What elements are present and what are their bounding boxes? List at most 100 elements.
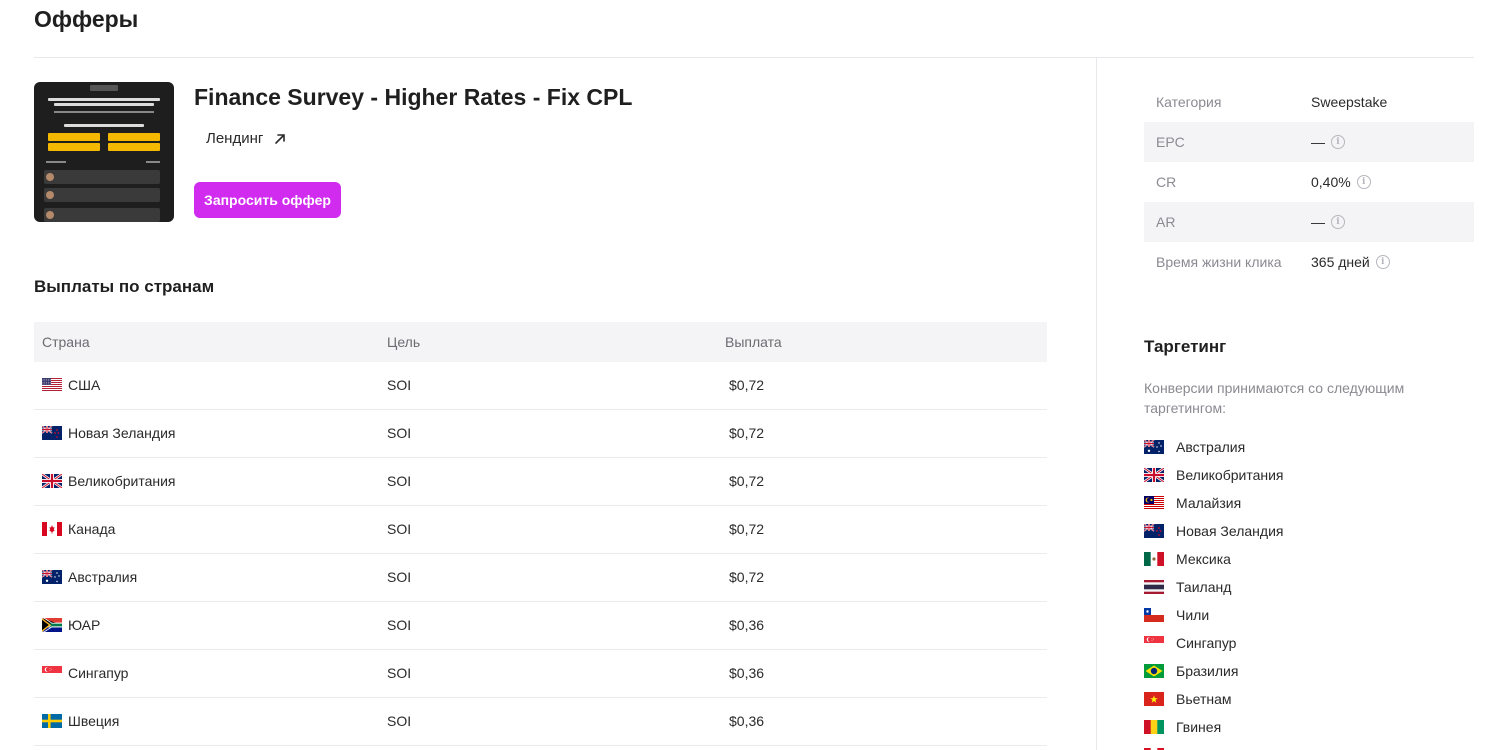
ca-flag-icon <box>42 522 62 536</box>
stat-value: — i <box>1311 214 1345 230</box>
landing-link[interactable]: Лендинг <box>206 130 287 147</box>
goal-cell: SOI <box>387 617 412 633</box>
header-divider <box>34 57 1474 58</box>
page-title: Офферы <box>34 6 139 32</box>
stat-value-text: — <box>1311 134 1325 150</box>
stat-row: EPC — i <box>1144 122 1474 162</box>
stat-row: Время жизни клика 365 дней i <box>1144 242 1474 282</box>
targeting-country-name: Вьетнам <box>1176 691 1232 707</box>
column-header-country: Страна <box>42 334 90 350</box>
goal-cell: SOI <box>387 377 412 393</box>
stat-label: Время жизни клика <box>1156 254 1282 270</box>
targeting-country-name: Таиланд <box>1176 579 1232 595</box>
table-row: США SOI $0,72 <box>34 362 1047 410</box>
table-row: Швеция SOI $0,36 <box>34 698 1047 746</box>
goal-cell: SOI <box>387 569 412 585</box>
offer-preview-image[interactable] <box>34 82 174 222</box>
country-name: Австралия <box>68 569 138 585</box>
targeting-country-item: Вьетнам <box>1144 685 1284 713</box>
stat-value-text: 365 дней <box>1311 254 1370 270</box>
table-header: Страна Цель Выплата <box>34 322 1047 362</box>
th-flag-icon <box>1144 580 1164 594</box>
targeting-title: Таргетинг <box>1144 337 1227 356</box>
stat-value-text: Sweepstake <box>1311 94 1388 110</box>
country-name: Канада <box>68 521 116 537</box>
goal-cell: SOI <box>387 521 412 537</box>
country-cell: Швеция <box>42 713 119 729</box>
country-cell: США <box>42 377 100 393</box>
payouts-section-title: Выплаты по странам <box>34 277 215 296</box>
targeting-country-name: Бразилия <box>1176 663 1239 679</box>
payout-cell: $0,36 <box>729 713 765 729</box>
gb-flag-icon <box>1144 468 1164 482</box>
country-name: Швеция <box>68 713 120 729</box>
cl-flag-icon <box>1144 608 1164 622</box>
gn-flag-icon <box>1144 720 1164 734</box>
my-flag-icon <box>1144 496 1164 510</box>
country-cell: Сингапур <box>42 665 128 681</box>
stat-value: — i <box>1311 134 1345 150</box>
info-icon[interactable]: i <box>1375 255 1390 269</box>
goal-cell: SOI <box>387 713 412 729</box>
sg-flag-icon <box>42 666 62 680</box>
info-icon[interactable]: i <box>1331 135 1345 149</box>
stat-value: Sweepstake <box>1311 94 1387 110</box>
stat-row: CR 0,40% i <box>1144 162 1474 202</box>
stat-label: CR <box>1156 174 1177 190</box>
targeting-country-item: Малайзия <box>1144 489 1284 517</box>
table-row: ЮАР SOI $0,36 <box>34 602 1047 650</box>
se-flag-icon <box>42 714 62 728</box>
stat-row: AR — i <box>1144 202 1474 242</box>
br-flag-icon <box>1144 664 1164 678</box>
targeting-description: Конверсии принимаются со следующим тарге… <box>1144 380 1405 416</box>
targeting-country-item: Бразилия <box>1144 657 1284 685</box>
info-icon[interactable]: i <box>1356 175 1371 189</box>
gb-flag-icon <box>42 474 62 488</box>
au-flag-icon <box>42 570 62 584</box>
targeting-country-item: Гвинея <box>1144 713 1284 741</box>
payout-cell: $0,72 <box>729 473 765 489</box>
targeting-country-item: Австралия <box>1144 433 1284 461</box>
payout-cell: $0,36 <box>729 665 765 681</box>
table-row: Сингапур SOI $0,36 <box>34 650 1047 698</box>
column-header-payout: Выплата <box>725 334 782 350</box>
country-cell: ЮАР <box>42 617 100 633</box>
country-name: Новая Зеландия <box>68 425 176 441</box>
stat-label: AR <box>1156 214 1176 230</box>
table-row: Великобритания SOI $0,72 <box>34 458 1047 506</box>
goal-cell: SOI <box>387 473 412 489</box>
stat-value-text: — <box>1311 214 1325 230</box>
targeting-country-name: Чили <box>1176 607 1210 623</box>
mx-flag-icon <box>1144 552 1164 566</box>
landing-link-label: Лендинг <box>206 130 264 147</box>
targeting-country-item: Сингапур <box>1144 629 1284 657</box>
offer-stats: Категория Sweepstake EPC — i CR 0,40% i AR — i Врем… <box>1144 82 1474 282</box>
info-icon[interactable]: i <box>1331 215 1345 229</box>
targeting-country-item: Великобритания <box>1144 461 1284 489</box>
country-name: Сингапур <box>68 665 129 681</box>
goal-cell: SOI <box>387 425 412 441</box>
targeting-country-name: Новая Зеландия <box>1176 523 1284 539</box>
targeting-country-item: Таиланд <box>1144 573 1284 601</box>
targeting-country-name: Великобритания <box>1176 467 1284 483</box>
targeting-country-item: Перу <box>1144 741 1284 750</box>
za-flag-icon <box>42 618 62 632</box>
au-flag-icon <box>1144 440 1164 454</box>
country-cell: Австралия <box>42 569 137 585</box>
targeting-country-name: Сингапур <box>1176 635 1237 651</box>
arrow-up-right-icon <box>275 133 286 144</box>
country-cell: Великобритания <box>42 473 176 489</box>
stat-label: Категория <box>1156 94 1222 110</box>
goal-cell: SOI <box>387 665 412 681</box>
stat-row: Категория Sweepstake <box>1144 82 1474 122</box>
request-offer-button[interactable]: Запросить оффер <box>194 182 341 218</box>
payout-cell: $0,72 <box>729 521 765 537</box>
targeting-country-item: Чили <box>1144 601 1284 629</box>
vn-flag-icon <box>1144 692 1164 706</box>
table-row: Австралия SOI $0,72 <box>34 554 1047 602</box>
country-name: США <box>68 377 101 393</box>
targeting-country-item: Новая Зеландия <box>1144 517 1284 545</box>
targeting-country-item: Мексика <box>1144 545 1284 573</box>
targeting-country-name: Гвинея <box>1176 719 1222 735</box>
targeting-country-name: Мексика <box>1176 551 1231 567</box>
